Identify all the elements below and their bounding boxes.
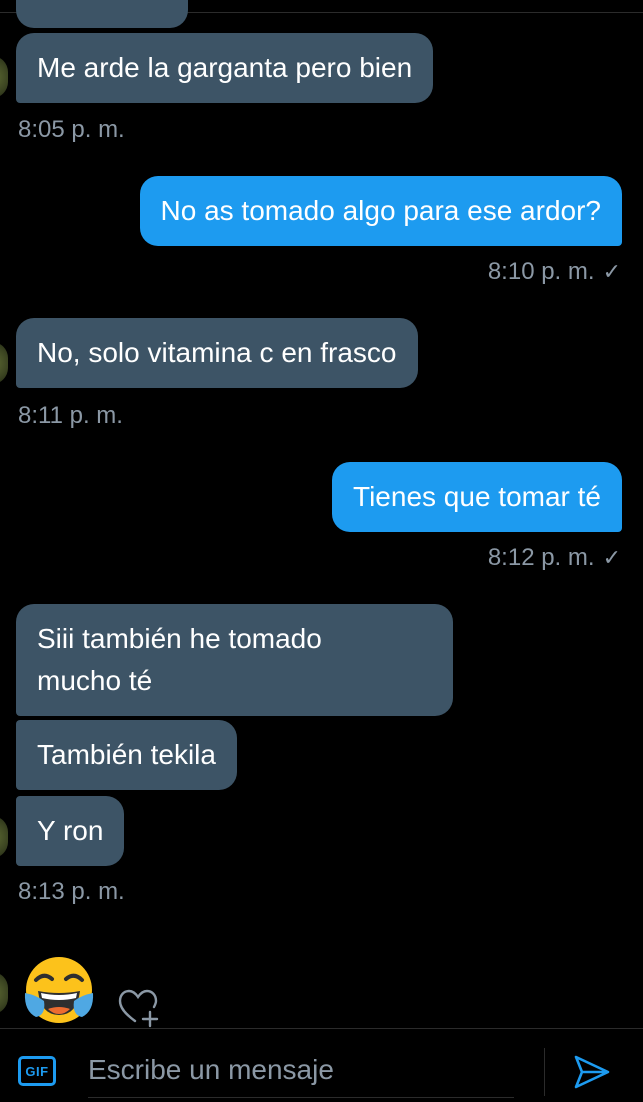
avatar[interactable] [0, 56, 8, 98]
message-text: No as tomado algo para ese ardor? [160, 195, 602, 226]
incoming-message-bubble[interactable]: No, solo vitamina c en frasco [16, 318, 418, 388]
gif-button[interactable]: GIF [18, 1056, 56, 1086]
composer-divider [0, 1028, 643, 1029]
message-text-line: Siii también he tomado [37, 623, 322, 654]
message-input[interactable] [88, 1046, 514, 1098]
message-status: 8:10 p. m. ✓ [488, 258, 621, 286]
message-text: Me arde la garganta pero bien [37, 52, 413, 83]
face-with-tears-of-joy-icon[interactable] [22, 953, 96, 1027]
add-reaction-heart-icon[interactable] [118, 988, 162, 1028]
message-bubble-partial[interactable] [16, 0, 188, 28]
incoming-message-bubble[interactable]: También tekila [16, 720, 237, 790]
send-icon[interactable] [572, 1052, 612, 1092]
avatar[interactable] [0, 342, 8, 384]
message-text: Y ron [37, 815, 104, 846]
message-timestamp: 8:13 p. m. [18, 878, 125, 905]
read-check-icon: ✓ [602, 259, 621, 284]
incoming-message-bubble[interactable]: Siii también he tomado mucho té [16, 604, 453, 716]
message-timestamp: 8:05 p. m. [18, 116, 125, 143]
message-timestamp: 8:10 p. m. [487, 258, 595, 285]
message-text-line: mucho té [37, 665, 153, 696]
message-text: También tekila [37, 739, 216, 770]
outgoing-message-bubble[interactable]: Tienes que tomar té [332, 462, 622, 532]
incoming-message-bubble[interactable]: Y ron [16, 796, 125, 866]
incoming-message-bubble[interactable]: Me arde la garganta pero bien [16, 33, 434, 103]
message-timestamp: 8:12 p. m. [487, 544, 595, 571]
outgoing-message-bubble[interactable]: No as tomado algo para ese ardor? [139, 176, 622, 246]
message-status: 8:12 p. m. ✓ [488, 544, 621, 572]
avatar[interactable] [0, 816, 8, 858]
message-text: Tienes que tomar té [353, 481, 601, 512]
read-check-icon: ✓ [602, 545, 621, 570]
message-text: No, solo vitamina c en frasco [37, 337, 397, 368]
composer-separator [544, 1048, 545, 1096]
avatar[interactable] [0, 972, 8, 1014]
message-timestamp: 8:11 p. m. [18, 402, 123, 429]
